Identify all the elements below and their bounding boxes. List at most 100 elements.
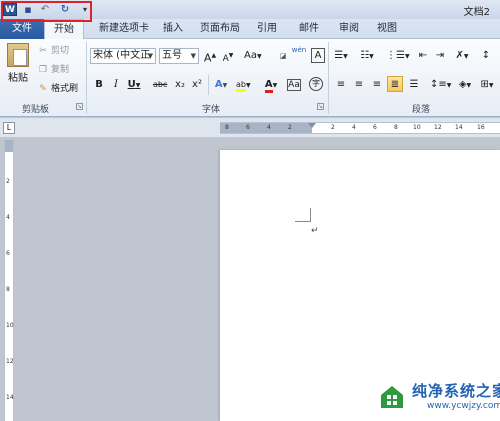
ribbon-tab-row: 文件 开始 新建选项卡 插入 页面布局 引用 邮件 审阅 视图	[0, 19, 500, 40]
distributed-button[interactable]: ☰	[407, 77, 421, 93]
tab-mailings[interactable]: 邮件	[294, 19, 324, 39]
shrink-font-button[interactable]: A▼	[221, 48, 235, 64]
horizontal-ruler[interactable]: 8 6 4 2 2 4 6 8 10 12 14 16	[220, 122, 500, 134]
format-painter-button[interactable]: ✎ 格式刷	[37, 82, 78, 97]
grow-font-button[interactable]: A▲	[203, 48, 217, 65]
align-center-button[interactable]: ≡	[352, 77, 366, 93]
align-right-button[interactable]: ≡	[370, 77, 384, 93]
ruler-tick: 2	[288, 124, 292, 131]
copy-label: 复制	[51, 65, 70, 75]
underline-icon: U	[127, 79, 136, 90]
phonetic-icon: wén	[291, 46, 307, 54]
asian-layout-icon: ✗	[455, 50, 464, 61]
brush-icon: ✎	[39, 84, 47, 94]
ruler-tick: 14	[6, 394, 14, 401]
font-name-value: 宋体 (中文正	[93, 50, 151, 61]
tab-file[interactable]: 文件	[0, 19, 44, 39]
decrease-indent-button[interactable]: ⇤	[416, 48, 430, 64]
borders-icon: ⊞	[480, 79, 489, 90]
text-effects-icon: A	[214, 79, 223, 90]
change-case-button[interactable]: Aa▼	[244, 48, 262, 64]
watermark-url: www.ycwjzy.com	[427, 401, 500, 411]
tab-view[interactable]: 视图	[372, 19, 402, 39]
phonetic-guide-button[interactable]: wén	[291, 46, 307, 62]
line-spacing-button[interactable]: ↕≡▼	[430, 77, 451, 93]
qat-highlight-box	[1, 1, 92, 22]
multilevel-list-icon: ⋮☰	[386, 50, 405, 61]
shading-icon: ◈	[458, 79, 467, 90]
watermark-title: 纯净系统之家	[412, 382, 500, 400]
superscript-button[interactable]: x²	[190, 77, 204, 93]
decrease-indent-icon: ⇤	[418, 50, 428, 61]
tab-new[interactable]: 新建选项卡	[92, 19, 156, 39]
paste-button[interactable]: 粘贴	[5, 43, 31, 84]
character-border-icon: A	[314, 50, 322, 61]
font-color-icon: A	[264, 79, 273, 93]
shading-button[interactable]: ◈▼	[458, 77, 472, 93]
paste-label: 粘贴	[8, 73, 28, 84]
strikethrough-button[interactable]: abc	[153, 77, 167, 93]
font-launcher-icon[interactable]: ↘	[317, 103, 324, 110]
ruler-tick: 2	[331, 124, 335, 131]
scissors-icon: ✂	[39, 46, 47, 56]
vertical-ruler[interactable]: 2 4 6 8 10 12 14	[4, 140, 14, 421]
ruler-tick: 6	[6, 250, 10, 257]
document-title: 文档2	[463, 7, 490, 18]
ruler-tick: 10	[413, 124, 421, 131]
font-name-combo[interactable]: 宋体 (中文正 ▼	[90, 48, 156, 64]
sort-button[interactable]: ↕	[479, 48, 493, 64]
ruler-tick: 8	[394, 124, 398, 131]
italic-button[interactable]: I	[109, 77, 123, 93]
tab-page-layout[interactable]: 页面布局	[196, 19, 244, 39]
bold-button[interactable]: B	[92, 77, 106, 93]
ruler-tick: 6	[373, 124, 377, 131]
justify-icon: ≣	[390, 79, 400, 90]
align-left-button[interactable]: ≡	[334, 77, 348, 93]
copy-button[interactable]: ❐ 复制	[37, 63, 69, 78]
cut-button[interactable]: ✂ 剪切	[37, 44, 69, 59]
font-color-button[interactable]: A▼	[264, 77, 278, 93]
bullets-button[interactable]: ☰▼	[334, 48, 348, 64]
tab-selector-icon[interactable]: L	[3, 122, 15, 134]
align-center-icon: ≡	[354, 79, 364, 90]
clipboard-launcher-icon[interactable]: ↘	[76, 103, 83, 110]
enclose-characters-button[interactable]: 字	[309, 77, 323, 91]
tab-references[interactable]: 引用	[252, 19, 282, 39]
character-border-button[interactable]: A	[311, 48, 325, 63]
tab-review[interactable]: 审阅	[334, 19, 364, 39]
justify-button[interactable]: ≣	[387, 76, 403, 92]
multilevel-list-button[interactable]: ⋮☰▼	[386, 48, 410, 64]
ruler-tick: 4	[267, 124, 271, 131]
cut-label: 剪切	[51, 46, 70, 56]
underline-button[interactable]: U▼	[127, 77, 141, 93]
ruler-tick: 8	[225, 124, 229, 131]
ruler-tick: 14	[455, 124, 463, 131]
subscript-button[interactable]: x₂	[173, 77, 187, 93]
ruler-tick: 10	[6, 322, 14, 329]
ruler-tick: 6	[246, 124, 250, 131]
first-line-indent-marker[interactable]	[308, 123, 316, 128]
ruler-margin	[5, 140, 13, 152]
increase-indent-icon: ⇥	[435, 50, 445, 61]
tab-home[interactable]: 开始	[44, 19, 84, 40]
align-left-icon: ≡	[336, 79, 346, 90]
increase-indent-button[interactable]: ⇥	[433, 48, 447, 64]
paragraph-group-label: 段落	[412, 105, 431, 115]
clear-format-button[interactable]: ◪	[276, 48, 290, 64]
asian-layout-button[interactable]: ✗▼	[455, 48, 469, 64]
line-spacing-icon: ↕≡	[430, 79, 447, 90]
sort-icon: ↕	[481, 50, 491, 61]
distributed-icon: ☰	[409, 79, 419, 90]
tab-insert[interactable]: 插入	[158, 19, 188, 39]
phonetic-button[interactable]: Aa	[287, 77, 301, 93]
paste-icon	[7, 43, 29, 67]
format-painter-label: 格式刷	[51, 84, 79, 94]
numbering-button[interactable]: ☷▼	[360, 48, 374, 64]
ruler-tick: 2	[6, 178, 10, 185]
text-effects-button[interactable]: A▼	[214, 77, 228, 93]
font-size-combo[interactable]: 五号 ▼	[159, 48, 199, 64]
ribbon: 粘贴 ✂ 剪切 ❐ 复制 ✎ 格式刷 剪贴板 ↘ 宋体 (中文正 ▼ 五号 ▼ A▲ A▼…	[0, 39, 500, 117]
highlight-button[interactable]: ab▼	[236, 77, 251, 93]
borders-button[interactable]: ⊞▼	[480, 77, 494, 93]
clipboard-group-label: 剪贴板	[22, 105, 50, 115]
